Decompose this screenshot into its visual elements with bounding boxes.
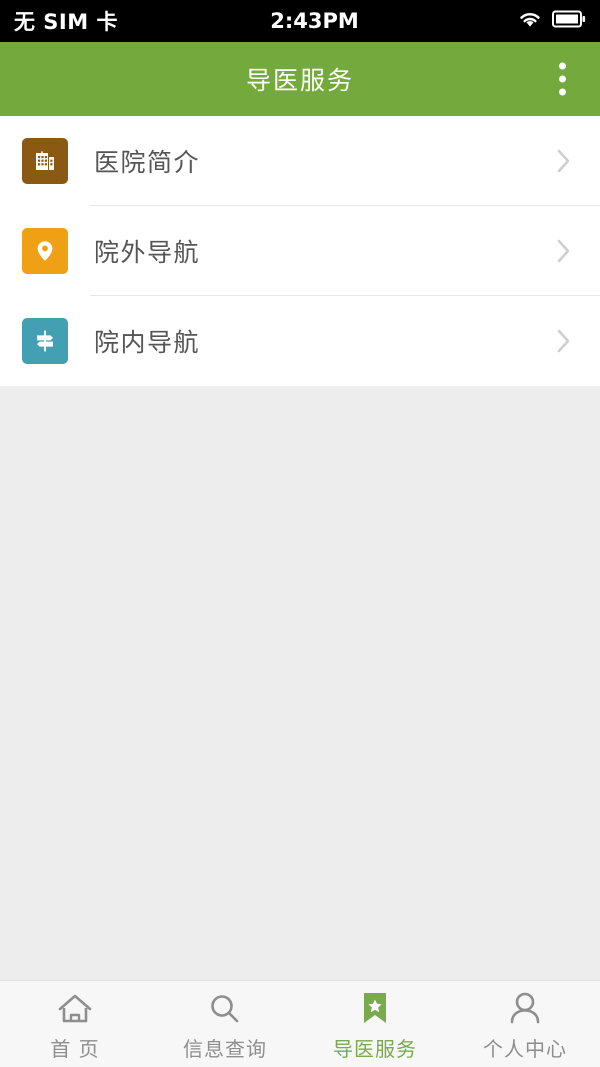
- wifi-icon: [517, 9, 543, 33]
- status-bar-clock: 2:43PM: [270, 9, 359, 33]
- list-item-indoor-navigation[interactable]: 院内导航: [0, 296, 600, 386]
- tab-label: 信息查询: [183, 1037, 267, 1061]
- list-item-label: 院内导航: [94, 328, 201, 357]
- carrier-label: 无 SIM 卡: [14, 10, 118, 34]
- chevron-right-icon: [556, 327, 572, 355]
- status-bar-indicators: [517, 9, 586, 33]
- chevron-right-icon: [556, 147, 572, 175]
- service-list: 医院简介 院外导航 院内导航: [0, 116, 600, 386]
- home-icon: [55, 990, 95, 1028]
- map-pin-icon: [22, 228, 68, 274]
- phone-screen: 无 SIM 卡 2:43PM 导医服务 医院简介 院外导航 院内导航 首 页 信…: [0, 0, 600, 1067]
- hospital-building-icon: [22, 138, 68, 184]
- signpost-icon: [22, 318, 68, 364]
- tab-personal-center[interactable]: 个人中心: [450, 981, 600, 1067]
- list-item-label: 医院简介: [94, 148, 201, 177]
- content-empty-area: [0, 386, 600, 980]
- person-icon: [506, 990, 544, 1028]
- status-bar: 无 SIM 卡 2:43PM: [0, 0, 600, 42]
- tab-label: 首 页: [50, 1037, 100, 1061]
- battery-icon: [552, 10, 586, 32]
- list-item-hospital-intro[interactable]: 医院简介: [0, 116, 600, 206]
- tab-information-query[interactable]: 信息查询: [150, 981, 300, 1067]
- bottom-tab-bar: 首 页 信息查询 导医服务 个人中心: [0, 980, 600, 1067]
- search-icon: [206, 990, 244, 1028]
- bookmark-star-icon: [358, 990, 392, 1028]
- tab-label: 个人中心: [483, 1037, 567, 1061]
- tab-label: 导医服务: [333, 1037, 417, 1061]
- tab-home[interactable]: 首 页: [0, 981, 150, 1067]
- overflow-menu-icon[interactable]: [553, 57, 572, 102]
- list-item-outdoor-navigation[interactable]: 院外导航: [0, 206, 600, 296]
- chevron-right-icon: [556, 237, 572, 265]
- tab-guide-service[interactable]: 导医服务: [300, 981, 450, 1067]
- page-title: 导医服务: [245, 66, 354, 95]
- app-header: 导医服务: [0, 42, 600, 116]
- list-item-label: 院外导航: [94, 238, 201, 267]
